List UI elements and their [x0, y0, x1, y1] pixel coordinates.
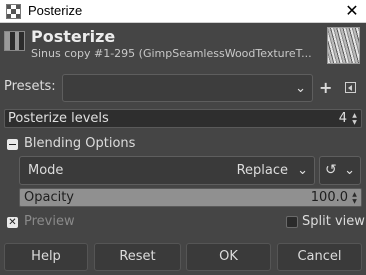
- help-button[interactable]: Help: [4, 243, 88, 271]
- mode-value: Replace: [236, 163, 288, 178]
- presets-label: Presets:: [4, 79, 56, 94]
- title-bar: Posterize ✕: [0, 0, 366, 23]
- split-view-label[interactable]: Split view: [302, 214, 365, 229]
- layer-thumbnail: [327, 27, 360, 64]
- menu-icon[interactable]: [345, 82, 356, 93]
- posterize-icon: [6, 4, 21, 19]
- presets-dropdown[interactable]: ⌄: [62, 74, 313, 102]
- mode-dropdown[interactable]: Mode Replace ⌄: [19, 156, 315, 185]
- cancel-button[interactable]: Cancel: [277, 243, 362, 271]
- composite-mode-button[interactable]: ↺ ⌄: [319, 156, 361, 185]
- spin-arrows-icon[interactable]: ▲ ▼: [350, 112, 359, 126]
- posterize-icon: [4, 31, 25, 51]
- preview-checkbox[interactable]: ✕: [7, 217, 18, 228]
- chevron-down-icon: ⌄: [297, 163, 308, 178]
- posterize-levels-value[interactable]: 4: [339, 111, 347, 126]
- preview-label[interactable]: Preview: [24, 214, 75, 229]
- opacity-value[interactable]: 100.0: [311, 190, 348, 205]
- blending-expander-icon[interactable]: [7, 139, 18, 150]
- close-icon[interactable]: ✕: [338, 0, 366, 23]
- plus-icon[interactable]: +: [319, 78, 332, 97]
- ok-button[interactable]: OK: [186, 243, 271, 271]
- opacity-slider[interactable]: Opacity 100.0 ▲ ▼: [19, 188, 362, 207]
- dialog-subtitle: Sinus copy #1-295 (GimpSeamlessWoodTextu…: [31, 47, 312, 60]
- chevron-down-icon: ⌄: [295, 81, 306, 96]
- posterize-levels-label: Posterize levels: [8, 111, 109, 126]
- window-title: Posterize: [28, 3, 83, 18]
- mode-label: Mode: [28, 163, 64, 178]
- split-view-checkbox[interactable]: [286, 216, 298, 228]
- reset-button[interactable]: Reset: [94, 243, 181, 271]
- opacity-label: Opacity: [24, 190, 75, 205]
- posterize-levels-spinner[interactable]: Posterize levels 4 ▲ ▼: [4, 109, 362, 128]
- spin-arrows-icon[interactable]: ▲ ▼: [350, 191, 359, 205]
- blending-options-label[interactable]: Blending Options: [24, 136, 135, 151]
- dialog-title: Posterize: [31, 27, 116, 46]
- chevron-down-icon: ⌄: [344, 163, 355, 178]
- swirl-icon: ↺: [325, 162, 337, 178]
